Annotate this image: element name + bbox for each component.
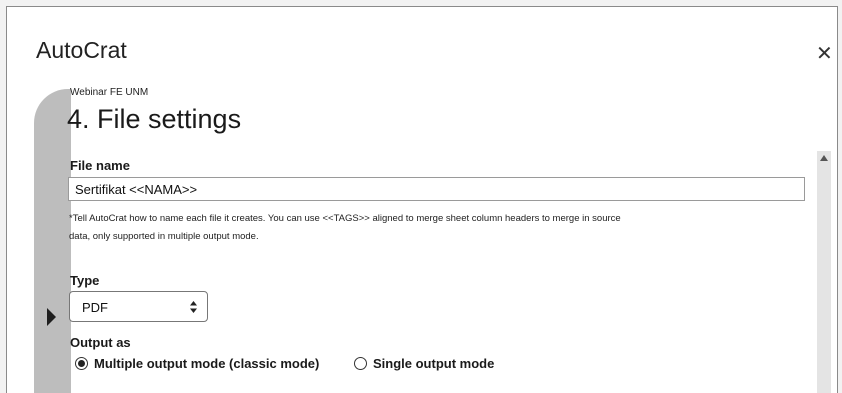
radio-multiple-output-label: Multiple output mode (classic mode) <box>94 356 320 371</box>
close-icon[interactable]: ✕ <box>816 44 833 64</box>
file-name-label: File name <box>70 158 130 173</box>
scroll-up-icon[interactable] <box>820 155 828 161</box>
caret-right-icon[interactable] <box>47 308 56 326</box>
type-label: Type <box>70 273 100 288</box>
type-select-value: PDF <box>82 300 108 315</box>
step-rail <box>34 89 71 393</box>
page-title: 4. File settings <box>67 104 242 134</box>
type-select[interactable]: PDF <box>69 291 208 322</box>
output-label: Output as <box>70 335 131 350</box>
radio-unchecked-icon[interactable] <box>354 357 367 370</box>
radio-multiple-output[interactable]: Multiple output mode (classic mode) <box>75 356 319 371</box>
file-name-help-line2: data, only supported in multiple output … <box>69 231 259 242</box>
radio-single-output[interactable]: Single output mode <box>354 356 494 371</box>
scrollbar[interactable] <box>817 151 831 393</box>
radio-checked-icon[interactable] <box>75 357 88 370</box>
select-arrows-icon <box>190 301 197 313</box>
file-name-help-line1: *Tell AutoCrat how to name each file it … <box>69 213 621 224</box>
file-name-input[interactable] <box>68 177 805 201</box>
step-subtitle: Webinar FE UNM <box>70 87 149 98</box>
file-name-help: *Tell AutoCrat how to name each file it … <box>69 210 809 246</box>
radio-single-output-label: Single output mode <box>373 356 495 371</box>
app-title: AutoCrat <box>36 37 127 63</box>
